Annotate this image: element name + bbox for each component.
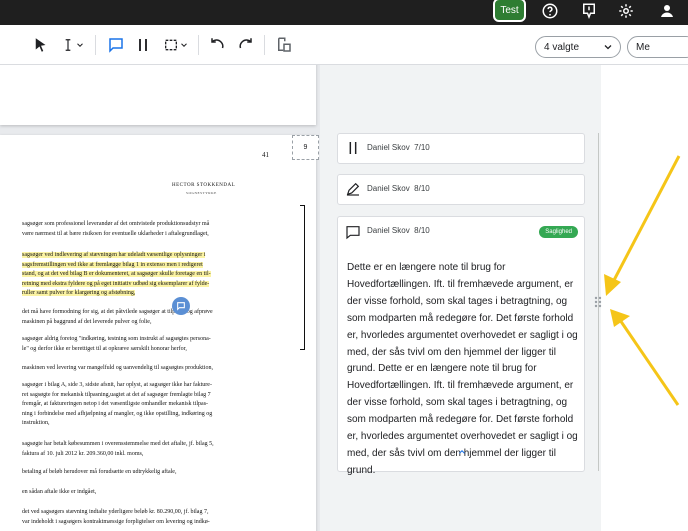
document-paragraph[interactable]: sagsøger i bilag A, side 3, sidste afsni… xyxy=(22,381,280,429)
document-paragraph[interactable]: en sådan aftale ikke er indgået, xyxy=(22,488,280,498)
export-icon[interactable] xyxy=(273,33,295,57)
divider xyxy=(198,35,199,55)
pen-icon xyxy=(345,181,361,197)
chevron-down-icon xyxy=(604,45,612,50)
text-cursor-icon[interactable] xyxy=(58,33,88,57)
filter-select[interactable]: 4 valgte xyxy=(535,36,621,58)
right-pane xyxy=(601,65,688,531)
note-author: Daniel Skov 8/10 xyxy=(367,226,430,235)
highlighted-paragraph[interactable]: sagsøger ved indlevering af stævningen h… xyxy=(22,251,280,299)
comment-marker[interactable] xyxy=(172,297,190,315)
document-paragraph[interactable]: maskinen ved levering var mangelfuld og … xyxy=(22,364,280,374)
undo-icon[interactable] xyxy=(207,33,229,57)
comment-icon xyxy=(177,302,185,311)
note-author: Daniel Skov 8/10 xyxy=(367,184,430,193)
pointer-icon[interactable] xyxy=(30,33,52,57)
category-badge[interactable]: Saglighed xyxy=(539,226,578,238)
document-viewer[interactable]: side 2 41 HECTOR STOKKENDAL SOGNESTYRKE … xyxy=(0,65,320,531)
feedback-icon[interactable] xyxy=(577,0,601,22)
document-paragraph[interactable]: sagsøger som professionel leverandør af … xyxy=(22,220,280,239)
document-paragraph[interactable]: det ved sagsøgers stævning indtalte yder… xyxy=(22,508,280,527)
test-button[interactable]: Test xyxy=(493,0,526,22)
drag-handle-icon[interactable] xyxy=(593,296,603,308)
settings-icon[interactable] xyxy=(614,0,638,22)
divider xyxy=(264,35,265,55)
note-card[interactable]: Daniel Skov 7/10 xyxy=(337,133,585,164)
redo-icon[interactable] xyxy=(234,33,256,57)
document-paragraph[interactable]: det må have formodning for sig, at det p… xyxy=(22,308,280,327)
document-page: 41 HECTOR STOKKENDAL SOGNESTYRKE sagsøge… xyxy=(0,135,316,531)
account-icon[interactable] xyxy=(655,0,679,22)
note-card-expanded[interactable]: Daniel Skov 8/10 Saglighed Dette er en l… xyxy=(337,216,585,476)
letterhead-name: HECTOR STOKKENDAL xyxy=(172,183,236,188)
pause-bars-icon xyxy=(345,140,361,156)
help-icon[interactable] xyxy=(538,0,562,22)
note-author: Daniel Skov 7/10 xyxy=(367,143,430,152)
toolbar: 4 valgte Me xyxy=(0,25,688,65)
annotation-bracket[interactable] xyxy=(300,205,305,350)
top-bar: Test xyxy=(0,0,688,25)
user-select-value: Me xyxy=(636,41,650,53)
selection-icon[interactable] xyxy=(160,33,192,57)
page-indicator[interactable]: 9 xyxy=(292,135,319,160)
divider xyxy=(95,35,96,55)
chevron-down-icon xyxy=(77,43,83,47)
chevron-down-icon xyxy=(181,43,187,47)
filter-select-value: 4 valgte xyxy=(544,41,580,53)
notes-panel: Daniel Skov 7/10 Daniel Skov 8/10 Daniel… xyxy=(330,65,600,531)
user-select[interactable]: Me xyxy=(627,36,688,58)
document-paragraph[interactable]: sagsøgte har betalt købesummen i overens… xyxy=(22,440,280,459)
letterhead-subtitle: SOGNESTYRKE xyxy=(186,191,217,195)
comment-icon xyxy=(345,224,361,240)
chevron-up-icon[interactable] xyxy=(456,447,468,457)
document-page: side 2 xyxy=(0,65,316,125)
document-paragraph[interactable]: sagsøger aldrig foretog "indkøring, test… xyxy=(22,335,280,354)
comment-icon[interactable] xyxy=(105,33,127,57)
columns-icon[interactable] xyxy=(132,33,154,57)
note-card[interactable]: Daniel Skov 8/10 xyxy=(337,174,585,205)
page-number: 41 xyxy=(262,151,269,159)
document-paragraph[interactable]: betaling af beløb herudover må forudsætt… xyxy=(22,468,280,478)
